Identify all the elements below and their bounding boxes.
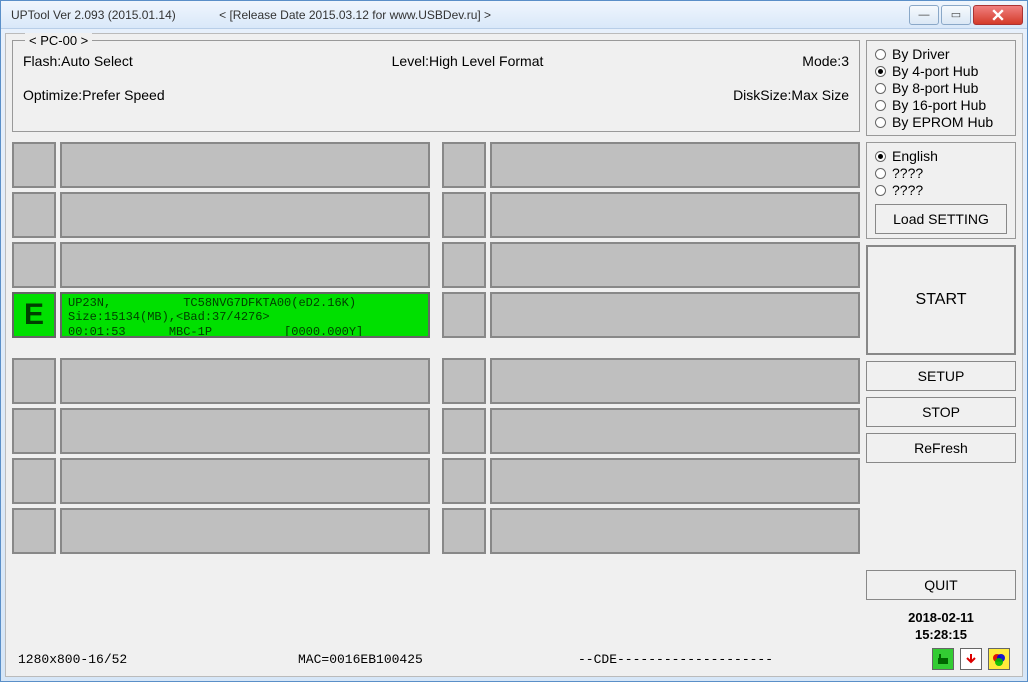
lang-option-2[interactable]: ????: [875, 182, 1007, 198]
slot-letter: [442, 292, 486, 338]
device-slot-empty[interactable]: [12, 242, 430, 288]
slot-body: [490, 142, 860, 188]
titlebar: UPTool Ver 2.093 (2015.01.14) < [Release…: [1, 1, 1027, 29]
venn-icon: [991, 651, 1007, 667]
slot-body: [60, 142, 430, 188]
slot-body: [490, 508, 860, 554]
status-resolution: 1280x800-16/52: [18, 652, 298, 667]
factory-icon: [936, 652, 950, 666]
slot-letter: [442, 142, 486, 188]
setup-button[interactable]: SETUP: [866, 361, 1016, 391]
slot-body: [490, 242, 860, 288]
window-buttons: — ▭: [907, 5, 1023, 25]
title-release: < [Release Date 2015.03.12 for www.USBDe…: [219, 8, 491, 22]
device-slot-empty[interactable]: [12, 458, 430, 504]
slot-letter: [442, 192, 486, 238]
status-icon-chart[interactable]: [988, 648, 1010, 670]
info-panel: < PC-00 > Flash:Auto Select Level:High L…: [12, 40, 860, 132]
slot-column-right: [442, 142, 860, 644]
status-cde: --CDE--------------------: [578, 652, 932, 667]
slot-letter: [442, 508, 486, 554]
radio-icon: [875, 168, 886, 179]
timestamp: 2018-02-11 15:28:15: [866, 610, 1016, 644]
download-icon: [964, 652, 978, 666]
slot-letter: E: [12, 292, 56, 338]
slot-column-left: EUP23N, TC58NVG7DFKTA00(eD2.16K) Size:15…: [12, 142, 430, 644]
slot-letter: [442, 408, 486, 454]
device-slot-active[interactable]: EUP23N, TC58NVG7DFKTA00(eD2.16K) Size:15…: [12, 292, 430, 338]
load-setting-button[interactable]: Load SETTING: [875, 204, 1007, 234]
hub-option-2[interactable]: By 8-port Hub: [875, 80, 1007, 96]
slot-body: [490, 458, 860, 504]
slot-body: [490, 192, 860, 238]
close-icon: [992, 9, 1004, 21]
client-area: < PC-00 > Flash:Auto Select Level:High L…: [5, 33, 1023, 677]
device-slot-empty[interactable]: [12, 508, 430, 554]
app-window: UPTool Ver 2.093 (2015.01.14) < [Release…: [0, 0, 1028, 682]
pc-name: < PC-00 >: [25, 33, 92, 48]
device-slot-empty[interactable]: [442, 292, 860, 338]
device-slot-empty[interactable]: [442, 408, 860, 454]
radio-icon: [875, 117, 886, 128]
device-slot-empty[interactable]: [442, 192, 860, 238]
hub-option-3[interactable]: By 16-port Hub: [875, 97, 1007, 113]
hub-option-4[interactable]: By EPROM Hub: [875, 114, 1007, 130]
status-icon-download[interactable]: [960, 648, 982, 670]
start-button[interactable]: START: [866, 245, 1016, 355]
hub-option-0[interactable]: By Driver: [875, 46, 1007, 62]
minimize-button[interactable]: —: [909, 5, 939, 25]
hub-panel: By DriverBy 4-port HubBy 8-port HubBy 16…: [866, 40, 1016, 136]
device-slot-empty[interactable]: [442, 458, 860, 504]
maximize-button[interactable]: ▭: [941, 5, 971, 25]
slot-letter: [442, 358, 486, 404]
device-slot-empty[interactable]: [12, 408, 430, 454]
slots-area: EUP23N, TC58NVG7DFKTA00(eD2.16K) Size:15…: [12, 142, 860, 644]
device-slot-empty[interactable]: [12, 142, 430, 188]
device-slot-empty[interactable]: [442, 142, 860, 188]
slot-letter: [442, 458, 486, 504]
quit-button[interactable]: QUIT: [866, 570, 1016, 600]
lang-option-0[interactable]: English: [875, 148, 1007, 164]
lang-panel: English???????? Load SETTING: [866, 142, 1016, 239]
slot-body: [490, 408, 860, 454]
radio-icon: [875, 151, 886, 162]
close-button[interactable]: [973, 5, 1023, 25]
right-column: English????????Load SETTING START SETUP …: [866, 142, 1016, 644]
refresh-button[interactable]: ReFresh: [866, 433, 1016, 463]
slot-letter: [12, 142, 56, 188]
slot-body: [60, 242, 430, 288]
device-slot-empty[interactable]: [12, 192, 430, 238]
slot-letter: [12, 192, 56, 238]
status-icon-factory[interactable]: [932, 648, 954, 670]
status-bar: 1280x800-16/52 MAC=0016EB100425 --CDE---…: [12, 644, 1016, 670]
lang-option-1[interactable]: ????: [875, 165, 1007, 181]
radio-icon: [875, 49, 886, 60]
device-slot-empty[interactable]: [442, 358, 860, 404]
slot-body: [490, 358, 860, 404]
slot-letter: [12, 408, 56, 454]
slot-letter: [12, 358, 56, 404]
slot-body: [60, 358, 430, 404]
slot-letter: [12, 508, 56, 554]
slot-letter: [442, 242, 486, 288]
hub-option-1[interactable]: By 4-port Hub: [875, 63, 1007, 79]
title-main: UPTool Ver 2.093 (2015.01.14): [11, 8, 176, 22]
slot-letter: [12, 458, 56, 504]
slot-letter: [12, 242, 56, 288]
slot-body: [60, 408, 430, 454]
device-slot-empty[interactable]: [442, 508, 860, 554]
slot-body: [60, 192, 430, 238]
radio-icon: [875, 83, 886, 94]
status-mac: MAC=0016EB100425: [298, 652, 578, 667]
slot-body: [490, 292, 860, 338]
stop-button[interactable]: STOP: [866, 397, 1016, 427]
radio-icon: [875, 185, 886, 196]
slot-body: [60, 508, 430, 554]
slot-body: [60, 458, 430, 504]
slot-body: UP23N, TC58NVG7DFKTA00(eD2.16K) Size:151…: [60, 292, 430, 338]
radio-icon: [875, 66, 886, 77]
radio-icon: [875, 100, 886, 111]
device-slot-empty[interactable]: [442, 242, 860, 288]
device-slot-empty[interactable]: [12, 358, 430, 404]
